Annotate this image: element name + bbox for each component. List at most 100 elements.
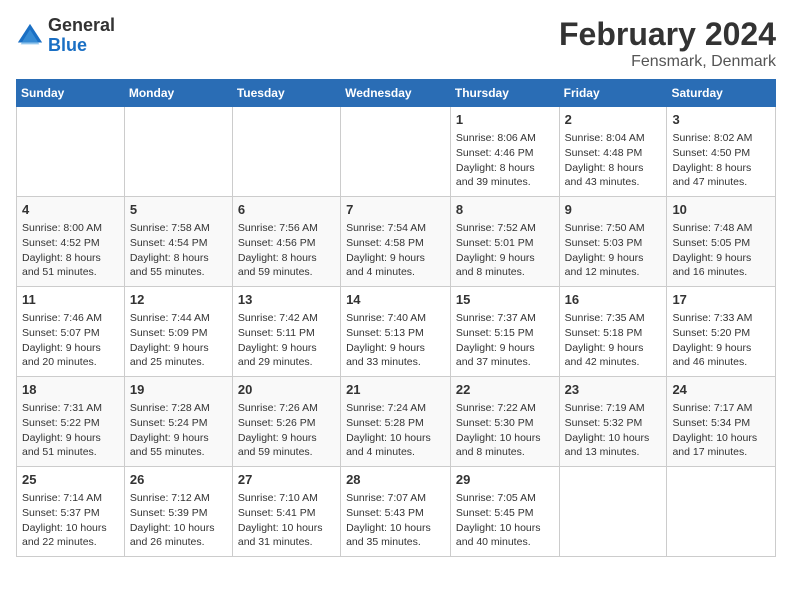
- day-info: Daylight: 9 hours: [456, 251, 554, 266]
- day-info: Sunrise: 7:33 AM: [672, 311, 770, 326]
- day-info: and 29 minutes.: [238, 355, 335, 370]
- day-number: 22: [456, 381, 554, 399]
- day-number: 15: [456, 291, 554, 309]
- day-info: Sunrise: 7:24 AM: [346, 401, 445, 416]
- logo: General Blue: [16, 16, 115, 56]
- calendar-cell: [667, 467, 776, 557]
- day-info: Sunset: 5:28 PM: [346, 416, 445, 431]
- day-number: 10: [672, 201, 770, 219]
- day-info: Sunrise: 7:14 AM: [22, 491, 119, 506]
- day-info: Sunset: 5:34 PM: [672, 416, 770, 431]
- calendar-cell: [17, 107, 125, 197]
- calendar-cell: 12Sunrise: 7:44 AMSunset: 5:09 PMDayligh…: [124, 287, 232, 377]
- page-subtitle: Fensmark, Denmark: [559, 53, 776, 71]
- day-info: Sunset: 4:50 PM: [672, 146, 770, 161]
- day-number: 17: [672, 291, 770, 309]
- day-info: Daylight: 9 hours: [346, 251, 445, 266]
- day-info: Daylight: 8 hours: [456, 161, 554, 176]
- day-info: and 35 minutes.: [346, 535, 445, 550]
- day-info: Sunset: 5:07 PM: [22, 326, 119, 341]
- calendar-cell: 14Sunrise: 7:40 AMSunset: 5:13 PMDayligh…: [341, 287, 451, 377]
- day-number: 21: [346, 381, 445, 399]
- calendar-cell: 8Sunrise: 7:52 AMSunset: 5:01 PMDaylight…: [450, 197, 559, 287]
- calendar-cell: 26Sunrise: 7:12 AMSunset: 5:39 PMDayligh…: [124, 467, 232, 557]
- page-title: February 2024: [559, 16, 776, 53]
- day-info: Sunrise: 7:48 AM: [672, 221, 770, 236]
- day-number: 16: [565, 291, 662, 309]
- day-info: Sunrise: 7:37 AM: [456, 311, 554, 326]
- day-number: 9: [565, 201, 662, 219]
- day-number: 29: [456, 471, 554, 489]
- day-info: Sunset: 4:46 PM: [456, 146, 554, 161]
- day-number: 20: [238, 381, 335, 399]
- day-info: Sunset: 5:24 PM: [130, 416, 227, 431]
- calendar-cell: 2Sunrise: 8:04 AMSunset: 4:48 PMDaylight…: [559, 107, 667, 197]
- day-info: Sunset: 5:41 PM: [238, 506, 335, 521]
- calendar-cell: 19Sunrise: 7:28 AMSunset: 5:24 PMDayligh…: [124, 377, 232, 467]
- day-info: and 12 minutes.: [565, 265, 662, 280]
- day-info: and 55 minutes.: [130, 445, 227, 460]
- day-info: Sunrise: 7:05 AM: [456, 491, 554, 506]
- calendar-header: SundayMondayTuesdayWednesdayThursdayFrid…: [17, 80, 776, 107]
- calendar-cell: 20 Sunrise: 7:26 AMSunset: 5:26 PMDayligh…: [232, 377, 340, 467]
- calendar-week-5: 25Sunrise: 7:14 AMSunset: 5:37 PMDayligh…: [17, 467, 776, 557]
- day-info: and 17 minutes.: [672, 445, 770, 460]
- calendar-cell: [341, 107, 451, 197]
- calendar-cell: 28Sunrise: 7:07 AMSunset: 5:43 PMDayligh…: [341, 467, 451, 557]
- day-number: 18: [22, 381, 119, 399]
- calendar-cell: 29Sunrise: 7:05 AMSunset: 5:45 PMDayligh…: [450, 467, 559, 557]
- day-info: Sunrise: 7:54 AM: [346, 221, 445, 236]
- calendar-cell: 25Sunrise: 7:14 AMSunset: 5:37 PMDayligh…: [17, 467, 125, 557]
- day-number: 12: [130, 291, 227, 309]
- day-info: and 33 minutes.: [346, 355, 445, 370]
- day-info: Sunset: 5:05 PM: [672, 236, 770, 251]
- day-number: 23: [565, 381, 662, 399]
- weekday-saturday: Saturday: [667, 80, 776, 107]
- day-info: Daylight: 10 hours: [346, 521, 445, 536]
- weekday-sunday: Sunday: [17, 80, 125, 107]
- day-info: Sunrise: 7:35 AM: [565, 311, 662, 326]
- day-info: Sunrise: 8:04 AM: [565, 131, 662, 146]
- day-info: Daylight: 9 hours: [22, 341, 119, 356]
- day-number: 8: [456, 201, 554, 219]
- calendar-week-2: 4Sunrise: 8:00 AMSunset: 4:52 PMDaylight…: [17, 197, 776, 287]
- calendar-cell: 23Sunrise: 7:19 AMSunset: 5:32 PMDayligh…: [559, 377, 667, 467]
- day-info: Sunrise: 7:42 AM: [238, 311, 335, 326]
- day-info: Daylight: 8 hours: [672, 161, 770, 176]
- day-info: Sunrise: 7:50 AM: [565, 221, 662, 236]
- day-info: Daylight: 9 hours: [565, 341, 662, 356]
- day-info: and 8 minutes.: [456, 265, 554, 280]
- day-info: Daylight: 9 hours: [238, 431, 335, 446]
- calendar-week-1: 1Sunrise: 8:06 AMSunset: 4:46 PMDaylight…: [17, 107, 776, 197]
- weekday-monday: Monday: [124, 80, 232, 107]
- day-info: Daylight: 9 hours: [238, 341, 335, 356]
- day-info: Sunrise: 7:28 AM: [130, 401, 227, 416]
- day-info: and 39 minutes.: [456, 175, 554, 190]
- calendar-week-3: 11Sunrise: 7:46 AMSunset: 5:07 PMDayligh…: [17, 287, 776, 377]
- calendar-cell: 1Sunrise: 8:06 AMSunset: 4:46 PMDaylight…: [450, 107, 559, 197]
- weekday-header-row: SundayMondayTuesdayWednesdayThursdayFrid…: [17, 80, 776, 107]
- day-info: Sunrise: 7:12 AM: [130, 491, 227, 506]
- day-info: Sunset: 5:26 PM: [238, 416, 335, 431]
- weekday-thursday: Thursday: [450, 80, 559, 107]
- day-info: Sunset: 4:48 PM: [565, 146, 662, 161]
- day-info: Sunset: 5:37 PM: [22, 506, 119, 521]
- page-header: General Blue February 2024 Fensmark, Den…: [16, 16, 776, 71]
- day-info: Daylight: 9 hours: [565, 251, 662, 266]
- day-info: and 43 minutes.: [565, 175, 662, 190]
- day-info: and 4 minutes.: [346, 265, 445, 280]
- day-info: Daylight: 10 hours: [346, 431, 445, 446]
- day-info: Sunset: 5:43 PM: [346, 506, 445, 521]
- calendar-cell: 18Sunrise: 7:31 AMSunset: 5:22 PMDayligh…: [17, 377, 125, 467]
- day-info: Daylight: 9 hours: [672, 341, 770, 356]
- day-info: and 40 minutes.: [456, 535, 554, 550]
- day-info: Daylight: 10 hours: [456, 521, 554, 536]
- day-info: and 25 minutes.: [130, 355, 227, 370]
- day-info: and 37 minutes.: [456, 355, 554, 370]
- calendar-cell: 5Sunrise: 7:58 AMSunset: 4:54 PMDaylight…: [124, 197, 232, 287]
- day-info: Sunrise: 7:26 AM: [238, 401, 335, 416]
- day-info: and 16 minutes.: [672, 265, 770, 280]
- day-number: 5: [130, 201, 227, 219]
- calendar-table: SundayMondayTuesdayWednesdayThursdayFrid…: [16, 79, 776, 557]
- calendar-cell: 9Sunrise: 7:50 AMSunset: 5:03 PMDaylight…: [559, 197, 667, 287]
